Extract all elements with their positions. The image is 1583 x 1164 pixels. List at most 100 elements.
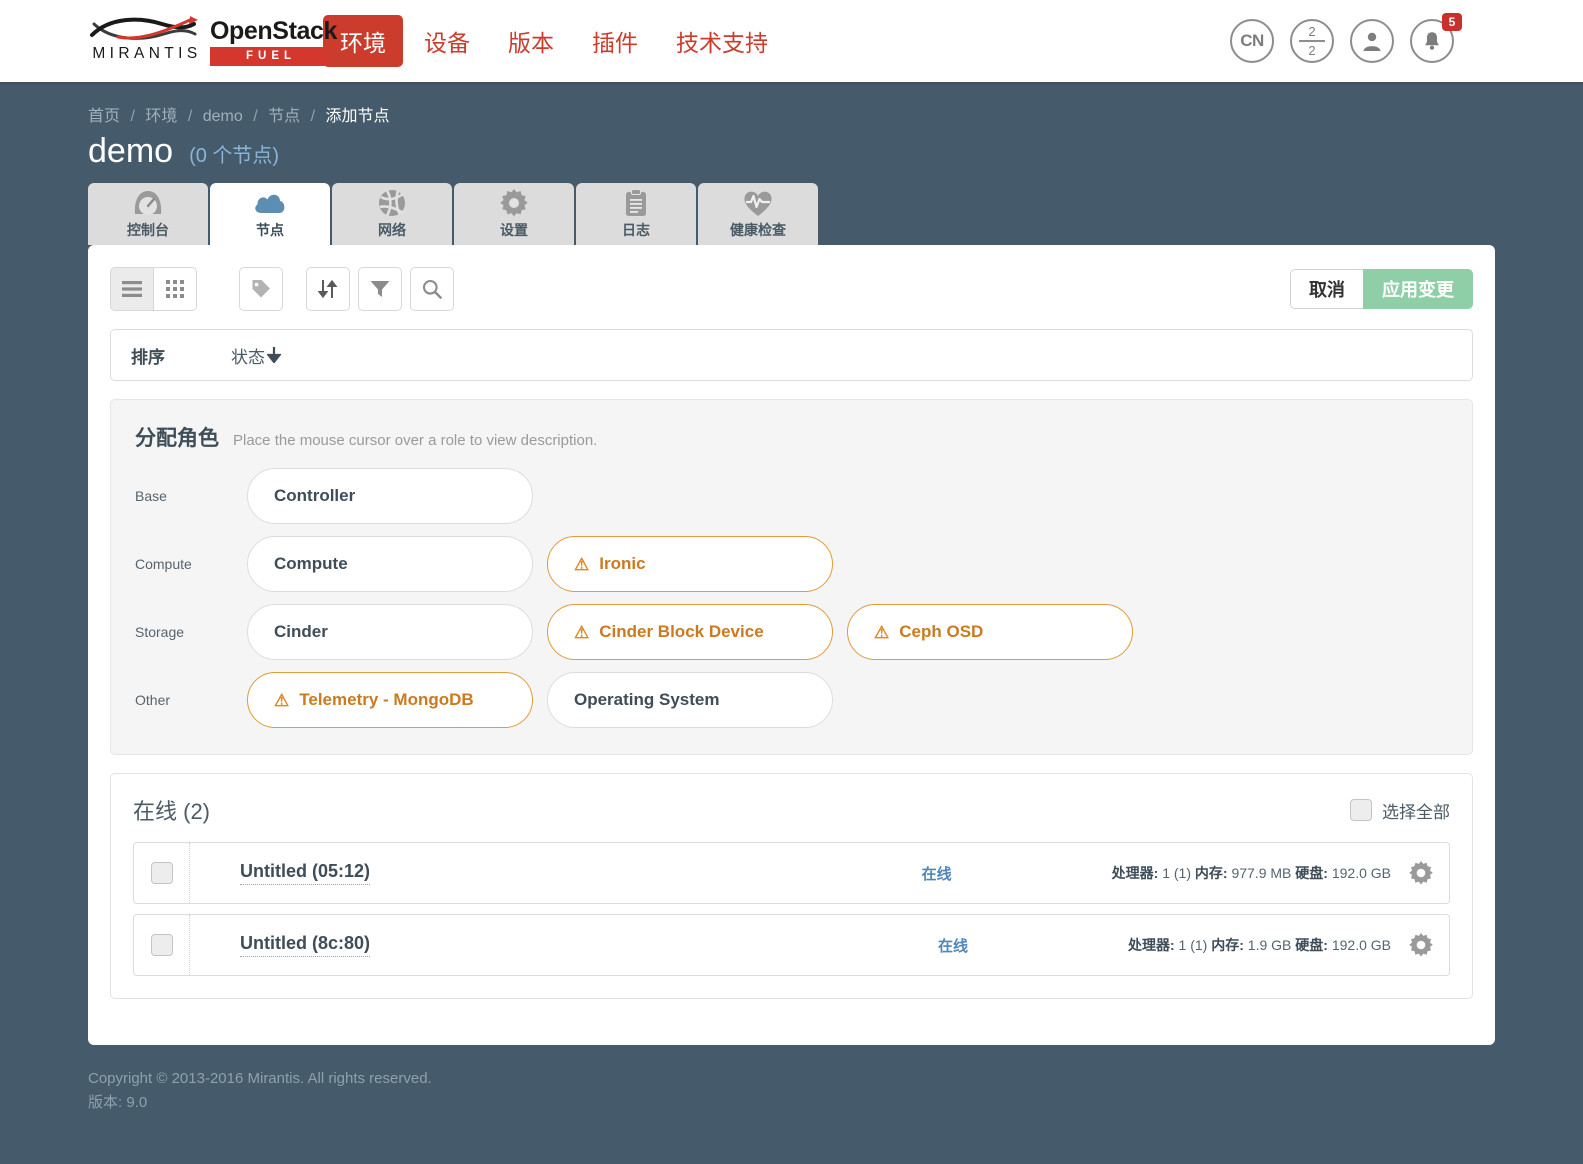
list-view-button[interactable]: [110, 267, 154, 311]
assign-roles-hint: Place the mouse cursor over a role to vi…: [233, 432, 598, 449]
node-name-link[interactable]: Untitled (05:12): [240, 861, 371, 885]
top-navbar: MIRANTIS OpenStack FUEL 环境 设备 版本 插件 技术支持…: [0, 0, 1583, 84]
node-checkbox-cell[interactable]: [134, 915, 190, 975]
role-controller[interactable]: Controller: [247, 468, 533, 524]
breadcrumb-item-environments[interactable]: 环境: [145, 108, 177, 125]
node-settings-button[interactable]: [1409, 933, 1433, 957]
role-telemetry-mongodb[interactable]: ⚠ Telemetry - MongoDB: [247, 672, 533, 728]
node-hdd-value: 192.0 GB: [1331, 937, 1391, 953]
grid-view-button[interactable]: [153, 267, 197, 311]
tab-nodes[interactable]: 节点: [210, 183, 330, 245]
cancel-button[interactable]: 取消: [1290, 269, 1363, 309]
breadcrumb-item-home[interactable]: 首页: [88, 108, 120, 125]
warning-icon: ⚠: [274, 690, 290, 710]
role-row-other: Other ⚠ Telemetry - MongoDB Operating Sy…: [135, 672, 1448, 728]
breadcrumb-item-nodes[interactable]: 节点: [268, 108, 300, 125]
sort-bar: 排序 状态: [110, 329, 1473, 381]
notifications-button[interactable]: 5: [1410, 13, 1462, 63]
warning-icon: ⚠: [874, 622, 890, 642]
node-cpu-label: 处理器:: [1111, 865, 1159, 881]
panel-actions: 取消 应用变更: [1290, 269, 1473, 309]
page-title-row: demo (0 个节点): [88, 132, 1495, 183]
language-code: CN: [1240, 31, 1264, 50]
role-row-storage: Storage Cinder ⚠ Cinder Block Device ⚠ C…: [135, 604, 1448, 660]
node-checkbox-cell[interactable]: [134, 843, 190, 903]
tab-health-check[interactable]: 健康检查: [698, 183, 818, 245]
select-all-control[interactable]: 选择全部: [1350, 798, 1450, 823]
role-category-label: Other: [135, 692, 171, 708]
nav-link-equipment[interactable]: 设备: [407, 15, 487, 67]
brand-logo[interactable]: MIRANTIS OpenStack FUEL: [88, 13, 337, 69]
role-ironic[interactable]: ⚠ Ironic: [547, 536, 833, 592]
node-cpu-label: 处理器:: [1127, 937, 1175, 953]
role-label: Cinder Block Device: [599, 622, 764, 641]
breadcrumb: 首页 / 环境 / demo / 节点 / 添加节点: [88, 84, 1495, 132]
role-compute[interactable]: Compute: [247, 536, 533, 592]
node-settings-button[interactable]: [1409, 861, 1433, 885]
labels-button[interactable]: [239, 267, 283, 311]
tab-dashboard[interactable]: 控制台: [88, 183, 208, 245]
apply-changes-button[interactable]: 应用变更: [1363, 269, 1473, 309]
node-status-label[interactable]: 在线: [922, 863, 952, 884]
online-nodes-title: 在线 (2): [133, 799, 211, 824]
node-cpu-value: 1 (1): [1162, 865, 1191, 881]
gear-icon: [1409, 933, 1433, 957]
environment-tabs: 控制台 节点 网络 设置 日志 健康检查: [88, 183, 1495, 245]
nodes-panel: 取消 应用变更 排序 状态 分配角色 Place the mouse curso…: [88, 245, 1495, 1045]
language-switcher-button[interactable]: CN: [1230, 19, 1274, 63]
mirantis-swoosh-icon: [90, 16, 198, 40]
fuel-wordmark: FUEL: [210, 47, 327, 66]
search-button[interactable]: [410, 267, 454, 311]
sort-by-status-control[interactable]: 状态: [231, 343, 281, 368]
table-row[interactable]: Untitled (8c:80) 在线 处理器: 1 (1) 内存: 1.9 G…: [133, 914, 1450, 976]
user-account-button[interactable]: [1350, 19, 1394, 63]
select-all-checkbox[interactable]: [1350, 799, 1372, 821]
node-cpu-value: 1 (1): [1178, 937, 1208, 953]
nodes-fraction-numerator: 2: [1308, 24, 1316, 39]
tab-label-settings: 设置: [500, 222, 528, 238]
tag-icon: [252, 280, 270, 298]
tab-network[interactable]: 网络: [332, 183, 452, 245]
breadcrumb-separator: /: [253, 108, 258, 125]
sort-bar-label: 排序: [131, 347, 165, 367]
node-hdd-value: 192.0 GB: [1331, 865, 1391, 881]
node-name-link[interactable]: Untitled (8c:80): [240, 933, 371, 957]
nodes-toolbar: 取消 应用变更: [110, 267, 1473, 311]
online-nodes-header: 在线 (2) 选择全部: [133, 794, 1450, 826]
sort-button[interactable]: [306, 267, 350, 311]
fraction-bar: [1299, 40, 1325, 42]
breadcrumb-item-demo[interactable]: demo: [203, 108, 243, 125]
role-cinder-block-device[interactable]: ⚠ Cinder Block Device: [547, 604, 833, 660]
node-checkbox[interactable]: [150, 934, 173, 956]
main-nav: 环境 设备 版本 插件 技术支持: [323, 15, 785, 67]
role-row-base: Base Controller: [135, 468, 1448, 524]
online-nodes-section: 在线 (2) 选择全部 Untitled (05:12) 在线 处理器: 1 (…: [110, 773, 1473, 999]
node-specs: 处理器: 1 (1) 内存: 977.9 MB 硬盘: 192.0 GB: [1112, 863, 1391, 883]
node-status-label[interactable]: 在线: [938, 935, 968, 956]
nodes-ratio-indicator[interactable]: 2 2: [1290, 19, 1334, 63]
assign-roles-header: 分配角色 Place the mouse cursor over a role …: [135, 422, 1448, 452]
role-operating-system[interactable]: Operating System: [547, 672, 833, 728]
page-title-node-count: (0 个节点): [189, 145, 280, 167]
table-row[interactable]: Untitled (05:12) 在线 处理器: 1 (1) 内存: 977.9…: [133, 842, 1450, 904]
role-category-label: Base: [135, 488, 167, 504]
nodes-fraction: 2 2: [1299, 25, 1325, 57]
tab-settings[interactable]: 设置: [454, 183, 574, 245]
role-row-compute: Compute Compute ⚠ Ironic: [135, 536, 1448, 592]
tab-label-dashboard: 控制台: [127, 222, 169, 238]
nav-link-plugins[interactable]: 插件: [575, 15, 655, 67]
tab-logs[interactable]: 日志: [576, 183, 696, 245]
role-ceph-osd[interactable]: ⚠ Ceph OSD: [847, 604, 1133, 660]
cloud-icon: [253, 188, 287, 218]
node-checkbox[interactable]: [150, 862, 173, 884]
list-view-icon: [122, 281, 142, 297]
filter-button[interactable]: [358, 267, 402, 311]
node-specs: 处理器: 1 (1) 内存: 1.9 GB 硬盘: 192.0 GB: [1128, 935, 1391, 955]
warning-icon: ⚠: [574, 622, 590, 642]
nav-link-releases[interactable]: 版本: [491, 15, 571, 67]
role-cinder[interactable]: Cinder: [247, 604, 533, 660]
tab-label-nodes: 节点: [256, 222, 284, 238]
node-ram-value: 977.9 MB: [1231, 865, 1292, 881]
heartbeat-icon: [743, 188, 773, 218]
nav-link-support[interactable]: 技术支持: [659, 15, 785, 67]
